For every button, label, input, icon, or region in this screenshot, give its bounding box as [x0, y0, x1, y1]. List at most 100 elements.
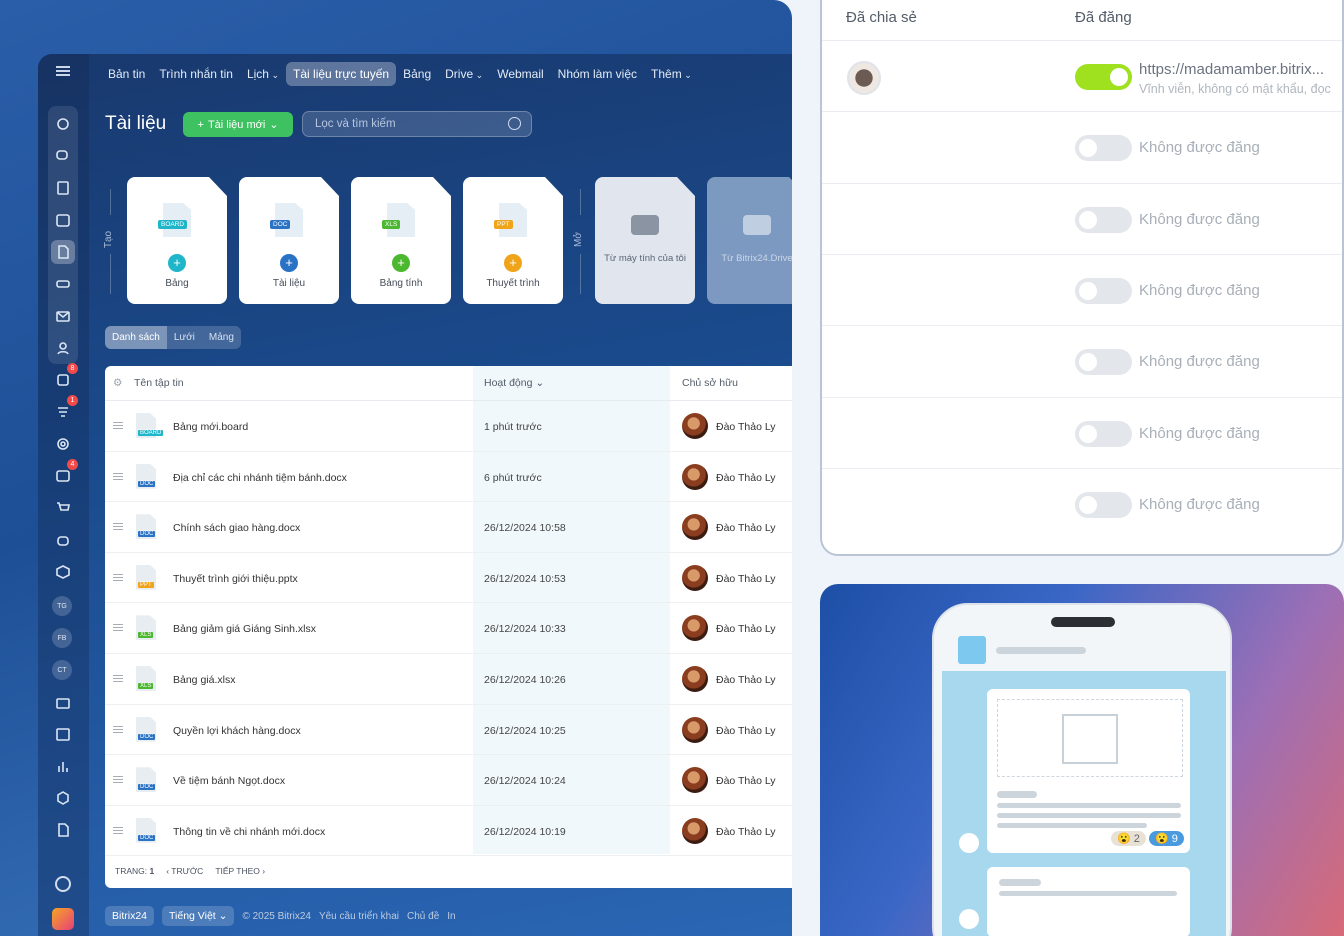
col-header-name[interactable]: Tên tập tin [134, 377, 184, 389]
table-row[interactable]: PPT Thuyết trình giới thiệu.pptx 26/12/202… [105, 553, 792, 604]
menu-icon[interactable] [56, 66, 70, 76]
pager-next[interactable]: TIẾP THEO › [215, 866, 265, 876]
reaction-2[interactable]: 😮 9 [1149, 831, 1184, 846]
view-option-0[interactable]: Danh sách [105, 326, 167, 349]
file-owner[interactable]: Đào Thảo Ly [716, 472, 776, 484]
col-header-owner[interactable]: Chủ sở hữu [682, 377, 738, 389]
publish-toggle[interactable] [1075, 349, 1132, 376]
search-icon[interactable] [508, 117, 521, 130]
sidebar-calendar-icon[interactable] [51, 208, 75, 232]
sidebar-ct-avatar[interactable]: CT [52, 660, 72, 680]
file-name[interactable]: Bảng mới.board [173, 421, 248, 433]
table-row[interactable]: DOC Về tiệm bánh Ngọt.docx 26/12/2024 10:2… [105, 755, 792, 806]
settings-icon[interactable] [55, 876, 71, 892]
table-row[interactable]: XLS Bảng giảm giá Giáng Sinh.xlsx 26/12/20… [105, 603, 792, 654]
sidebar-box-icon[interactable] [51, 560, 75, 584]
new-document-button[interactable]: + Tài liệu mới ⌄ [183, 112, 293, 137]
topnav-item-7[interactable]: Nhóm làm việc [551, 62, 644, 86]
view-option-1[interactable]: Lưới [167, 326, 202, 349]
sidebar-sign-icon[interactable] [51, 818, 75, 842]
drag-handle-icon[interactable] [113, 573, 123, 581]
sidebar-contacts-icon[interactable]: 4 [51, 459, 78, 488]
drag-handle-icon[interactable] [113, 624, 123, 632]
sidebar-drive-icon[interactable] [51, 272, 75, 296]
file-name[interactable]: Bảng giảm giá Giáng Sinh.xlsx [173, 623, 316, 635]
sidebar-store-icon[interactable] [51, 690, 75, 714]
bitrix-logo-icon[interactable] [52, 908, 74, 930]
file-name[interactable]: Chính sách giao hàng.docx [173, 522, 300, 534]
sidebar-schedule-icon[interactable] [51, 722, 75, 746]
file-owner[interactable]: Đào Thảo Ly [716, 623, 776, 635]
drag-handle-icon[interactable] [113, 472, 123, 480]
file-owner[interactable]: Đào Thảo Ly [716, 573, 776, 585]
sidebar-target-icon[interactable] [51, 432, 75, 456]
search-input[interactable]: Lọc và tìm kiếm [302, 111, 532, 137]
table-row[interactable]: DOC Quyền lợi khách hàng.docx 26/12/2024 1… [105, 705, 792, 756]
topnav-item-8[interactable]: Thêm ⌄ [644, 62, 699, 86]
file-name[interactable]: Địa chỉ các chi nhánh tiệm bánh.docx [173, 472, 347, 484]
table-row[interactable]: XLS Bảng giá.xlsx 26/12/2024 10:26 Đào Thảo… [105, 654, 792, 705]
open-card-0[interactable]: Từ máy tính của tôi [595, 177, 695, 304]
sidebar-robot-icon[interactable] [51, 528, 75, 552]
file-owner[interactable]: Đào Thảo Ly [716, 826, 776, 838]
publish-toggle[interactable] [1075, 420, 1132, 447]
drag-handle-icon[interactable] [113, 422, 123, 429]
col-header-activity[interactable]: Hoạt động ⌄ [484, 377, 544, 389]
sidebar-hexagon-icon[interactable] [51, 786, 75, 810]
file-owner[interactable]: Đào Thảo Ly [716, 522, 776, 534]
drag-handle-icon[interactable] [113, 725, 123, 733]
sidebar-chat-icon[interactable] [51, 144, 75, 168]
sidebar-docs-icon[interactable] [51, 240, 75, 264]
topnav-item-1[interactable]: Trình nhắn tin [152, 62, 240, 86]
create-card-2[interactable]: XLS + Bảng tính [351, 177, 451, 304]
file-name[interactable]: Thuyết trình giới thiệu.pptx [173, 573, 298, 585]
footer-brand[interactable]: Bitrix24 [105, 906, 155, 926]
topnav-item-3[interactable]: Tài liệu trực tuyến [286, 62, 397, 86]
sidebar-news-icon[interactable] [51, 176, 75, 200]
publish-toggle[interactable] [1075, 64, 1132, 90]
create-card-3[interactable]: PPT + Thuyết trình [463, 177, 563, 304]
footer-link-themes[interactable]: Chủ đề [407, 911, 439, 922]
sidebar-analytics-icon[interactable] [51, 754, 75, 778]
publish-toggle[interactable] [1075, 491, 1132, 518]
file-name[interactable]: Quyền lợi khách hàng.docx [173, 725, 301, 737]
footer-link-print[interactable]: In [447, 911, 455, 922]
sidebar-tasks-icon[interactable]: 8 [51, 363, 78, 392]
sidebar-feed-icon[interactable] [51, 112, 75, 136]
sidebar-tg-avatar[interactable]: TG [52, 596, 72, 616]
table-row[interactable]: DOC Thông tin về chi nhánh mới.docx 26/12/… [105, 806, 792, 857]
publish-toggle[interactable] [1075, 277, 1132, 304]
table-row[interactable]: DOC Chính sách giao hàng.docx 26/12/2024 1… [105, 502, 792, 553]
topnav-item-6[interactable]: Webmail [490, 62, 550, 86]
topnav-item-0[interactable]: Bản tin [101, 62, 152, 86]
pager-prev[interactable]: ‹ TRƯỚC [166, 866, 203, 876]
reaction-1[interactable]: 😮 2 [1111, 831, 1146, 846]
file-name[interactable]: Bảng giá.xlsx [173, 674, 235, 686]
create-card-1[interactable]: DOC + Tài liệu [239, 177, 339, 304]
sidebar-cart-icon[interactable] [51, 496, 75, 520]
drag-handle-icon[interactable] [113, 826, 123, 834]
table-row[interactable]: BOARD Bảng mới.board 1 phút trước Đào Thảo … [105, 401, 792, 452]
language-select[interactable]: Tiếng Việt ⌄ [162, 906, 235, 926]
view-option-2[interactable]: Mảng [202, 326, 241, 349]
topnav-item-4[interactable]: Bảng [396, 62, 438, 86]
file-name[interactable]: Thông tin về chi nhánh mới.docx [173, 826, 325, 838]
file-owner[interactable]: Đào Thảo Ly [716, 725, 776, 737]
footer-link-implementation[interactable]: Yêu cầu triển khai [319, 911, 399, 922]
publish-toggle[interactable] [1075, 135, 1132, 162]
drag-handle-icon[interactable] [113, 776, 123, 784]
publish-toggle[interactable] [1075, 206, 1132, 233]
topnav-item-2[interactable]: Lịch ⌄ [240, 62, 286, 86]
open-card-1[interactable]: Từ Bitrix24.Drive [707, 177, 792, 304]
grid-settings-icon[interactable]: ⚙ [113, 377, 122, 389]
topnav-item-5[interactable]: Drive ⌄ [438, 62, 490, 86]
create-card-0[interactable]: BOARD + Bảng [127, 177, 227, 304]
sidebar-crm-icon[interactable]: 1 [51, 395, 78, 424]
file-owner[interactable]: Đào Thảo Ly [716, 674, 776, 686]
drag-handle-icon[interactable] [113, 523, 123, 531]
file-name[interactable]: Về tiệm bánh Ngọt.docx [173, 775, 285, 787]
sidebar-mail-icon[interactable] [51, 304, 75, 328]
published-url[interactable]: https://madamamber.bitrix... [1139, 61, 1339, 78]
file-owner[interactable]: Đào Thảo Ly [716, 775, 776, 787]
sidebar-groups-icon[interactable] [51, 336, 75, 360]
